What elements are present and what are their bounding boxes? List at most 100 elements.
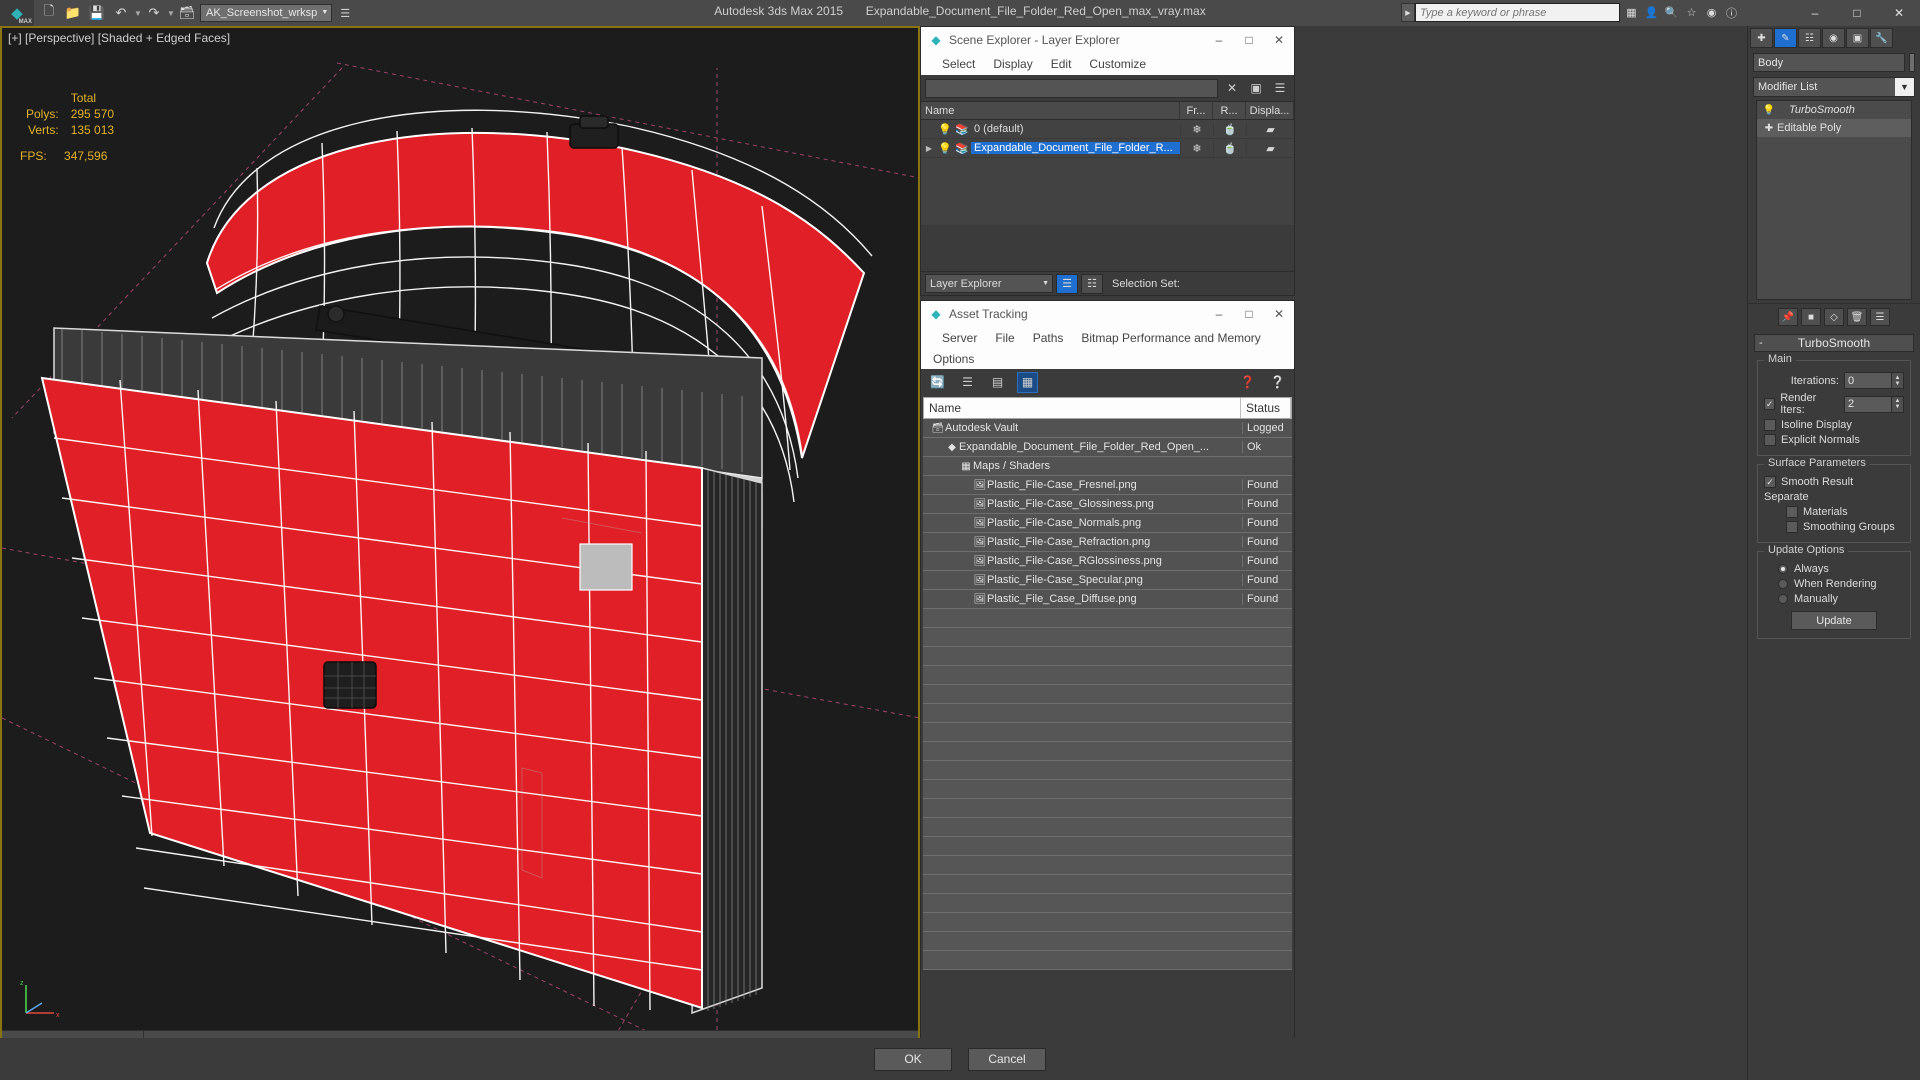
asset-row-empty[interactable] — [923, 913, 1292, 932]
tab-display[interactable]: ▣ — [1846, 28, 1869, 48]
ok-button[interactable]: OK — [874, 1047, 952, 1071]
renderable-toggle-icon[interactable]: 🍵 — [1213, 122, 1246, 136]
asset-menu-paths[interactable]: Paths — [1024, 331, 1073, 345]
column-header-frozen[interactable]: Fr... — [1180, 102, 1213, 119]
star-icon[interactable]: ☆ — [1683, 4, 1700, 21]
viewport-label[interactable]: [+] [Perspective] [Shaded + Edged Faces] — [8, 31, 230, 45]
update-mode-when-rendering-row[interactable]: When Rendering — [1764, 578, 1904, 590]
asset-row[interactable]: 🗃 Autodesk Vault Logged — [923, 419, 1292, 438]
asset-row-empty[interactable] — [923, 780, 1292, 799]
remove-modifier-icon[interactable]: 🗑 — [1847, 308, 1867, 326]
tab-create[interactable]: ✚ — [1750, 28, 1773, 48]
clear-search-icon[interactable]: ✕ — [1222, 78, 1242, 98]
explicit-normals-row[interactable]: Explicit Normals — [1764, 434, 1904, 446]
layer-explorer-search-input[interactable] — [925, 78, 1218, 98]
perspective-viewport[interactable]: [+] [Perspective] [Shaded + Edged Faces]… — [0, 26, 920, 1056]
modifier-stack[interactable]: 💡 TurboSmooth ✚ Editable Poly — [1756, 100, 1912, 300]
signin-icon[interactable]: 👤 — [1643, 4, 1660, 21]
asset-row-empty[interactable] — [923, 647, 1292, 666]
help-icon[interactable]: ❔ — [1267, 372, 1288, 393]
stack-item-turbosmooth[interactable]: 💡 TurboSmooth — [1757, 101, 1911, 119]
iterations-input[interactable] — [1844, 372, 1892, 389]
asset-row-empty[interactable] — [923, 742, 1292, 761]
spinner-arrows-icon[interactable]: ▲ ▼ — [1892, 372, 1904, 389]
tab-hierarchy[interactable]: ☷ — [1798, 28, 1821, 48]
layer-explorer-menu-customize[interactable]: Customize — [1080, 57, 1155, 71]
scene-explorer-layer-explorer-window[interactable]: ◆ Scene Explorer - Layer Explorer – □ ✕ … — [920, 26, 1295, 296]
app-logo-icon[interactable]: ◆ MAX — [0, 0, 34, 26]
layers-icon[interactable]: ☰ — [1270, 78, 1290, 98]
lightbulb-icon[interactable]: 💡 — [937, 142, 953, 155]
asset-row-empty[interactable] — [923, 894, 1292, 913]
materials-checkbox[interactable] — [1786, 506, 1798, 518]
asset-row[interactable]: 🖼 Plastic_File-Case_RGlossiness.png Found — [923, 552, 1292, 571]
update-mode-manually-row[interactable]: Manually — [1764, 593, 1904, 605]
asset-row-empty[interactable] — [923, 856, 1292, 875]
object-name-input[interactable] — [1753, 53, 1905, 72]
new-layer-icon[interactable]: ▣ — [1246, 78, 1266, 98]
asset-row[interactable]: 🖼 Plastic_File-Case_Glossiness.png Found — [923, 495, 1292, 514]
smooth-result-checkbox[interactable]: ✓ — [1764, 476, 1776, 488]
help-add-icon[interactable]: ❓ — [1237, 372, 1258, 393]
workspace-selector[interactable]: AK_Screenshot_wrksp ▼ — [200, 4, 333, 22]
asset-row-empty[interactable] — [923, 704, 1292, 723]
update-mode-when-rendering-radio[interactable] — [1778, 579, 1788, 589]
layer-explorer-list[interactable]: 💡 📚 0 (default) ❄ 🍵 ▰ ▶ 💡 📚 Expandable_D… — [921, 120, 1294, 225]
asset-menu-file[interactable]: File — [986, 331, 1023, 345]
minimize-button[interactable]: – — [1794, 0, 1836, 26]
display-toggle-icon[interactable]: ▰ — [1246, 122, 1294, 136]
expand-icon[interactable]: ▶ — [921, 144, 937, 153]
layer-explorer-menu-edit[interactable]: Edit — [1042, 57, 1081, 71]
layer-explorer-maximize-button[interactable]: □ — [1234, 27, 1264, 53]
isoline-display-row[interactable]: Isoline Display — [1764, 419, 1904, 431]
asset-row[interactable]: 🖼 Plastic_File-Case_Fresnel.png Found — [923, 476, 1292, 495]
smoothing-groups-checkbox[interactable] — [1786, 521, 1798, 533]
object-color-swatch[interactable] — [1909, 53, 1915, 72]
update-mode-manually-radio[interactable] — [1778, 594, 1788, 604]
redo-icon[interactable]: ↷ — [143, 2, 165, 24]
make-unique-icon[interactable]: ◇ — [1824, 308, 1844, 326]
tab-modify[interactable]: ✎ — [1774, 28, 1797, 48]
asset-tracking-list[interactable]: 🗃 Autodesk Vault Logged ◆ Expandable_Documen… — [923, 419, 1292, 970]
column-header-display[interactable]: Displa... — [1246, 102, 1294, 119]
layer-explorer-minimize-button[interactable]: – — [1204, 27, 1234, 53]
asset-tracking-maximize-button[interactable]: □ — [1234, 301, 1264, 327]
stack-item-editable-poly[interactable]: ✚ Editable Poly — [1757, 119, 1911, 137]
asset-row-empty[interactable] — [923, 666, 1292, 685]
grid-icon[interactable]: ▦ — [1623, 4, 1640, 21]
pin-stack-icon[interactable]: 📌 — [1778, 308, 1798, 326]
display-toggle-icon[interactable]: ▰ — [1246, 141, 1294, 155]
update-mode-always-radio[interactable] — [1778, 564, 1788, 574]
column-header-name[interactable]: Name — [924, 398, 1241, 418]
detail-view-icon[interactable]: ▤ — [987, 372, 1008, 393]
isoline-display-checkbox[interactable] — [1764, 419, 1776, 431]
undo-icon[interactable]: ↶ — [110, 2, 132, 24]
maximize-button[interactable]: □ — [1836, 0, 1878, 26]
asset-row[interactable]: 🖼 Plastic_File-Case_Normals.png Found — [923, 514, 1292, 533]
column-header-name[interactable]: Name — [921, 102, 1180, 119]
turbosmooth-rollout-header[interactable]: - TurboSmooth — [1754, 334, 1914, 352]
asset-row-empty[interactable] — [923, 723, 1292, 742]
asset-row-empty[interactable] — [923, 951, 1292, 970]
save-file-icon[interactable]: 💾 — [86, 2, 108, 24]
smoothing-groups-row[interactable]: Smoothing Groups — [1764, 521, 1904, 533]
explicit-normals-checkbox[interactable] — [1764, 434, 1776, 446]
layer-explorer-menu-select[interactable]: Select — [933, 57, 984, 71]
asset-row[interactable]: 🖼 Plastic_File-Case_Refraction.png Found — [923, 533, 1292, 552]
search-caret-icon[interactable]: ▶ — [1401, 3, 1415, 22]
refresh-icon[interactable]: 🔄 — [927, 372, 948, 393]
show-end-result-icon[interactable]: ■ — [1801, 308, 1821, 326]
layer-row-folder[interactable]: ▶ 💡 📚 Expandable_Document_File_Folder_R.… — [921, 139, 1294, 158]
asset-row-empty[interactable] — [923, 685, 1292, 704]
asset-row-empty[interactable] — [923, 799, 1292, 818]
update-button[interactable]: Update — [1791, 611, 1877, 630]
spinner-arrows-icon[interactable]: ▲ ▼ — [1892, 395, 1904, 413]
lightbulb-icon[interactable]: 💡 — [937, 123, 953, 136]
cancel-button[interactable]: Cancel — [968, 1047, 1046, 1071]
asset-row[interactable]: ◆ Expandable_Document_File_Folder_Red_Ope… — [923, 438, 1292, 457]
redo-dropdown-icon[interactable]: ▼ — [167, 9, 175, 18]
frozen-toggle-icon[interactable]: ❄ — [1180, 122, 1213, 136]
render-iters-spinner[interactable]: ▲▼ — [1844, 395, 1904, 413]
expand-plus-icon[interactable]: ✚ — [1761, 123, 1777, 134]
render-iters-input[interactable] — [1844, 395, 1892, 413]
